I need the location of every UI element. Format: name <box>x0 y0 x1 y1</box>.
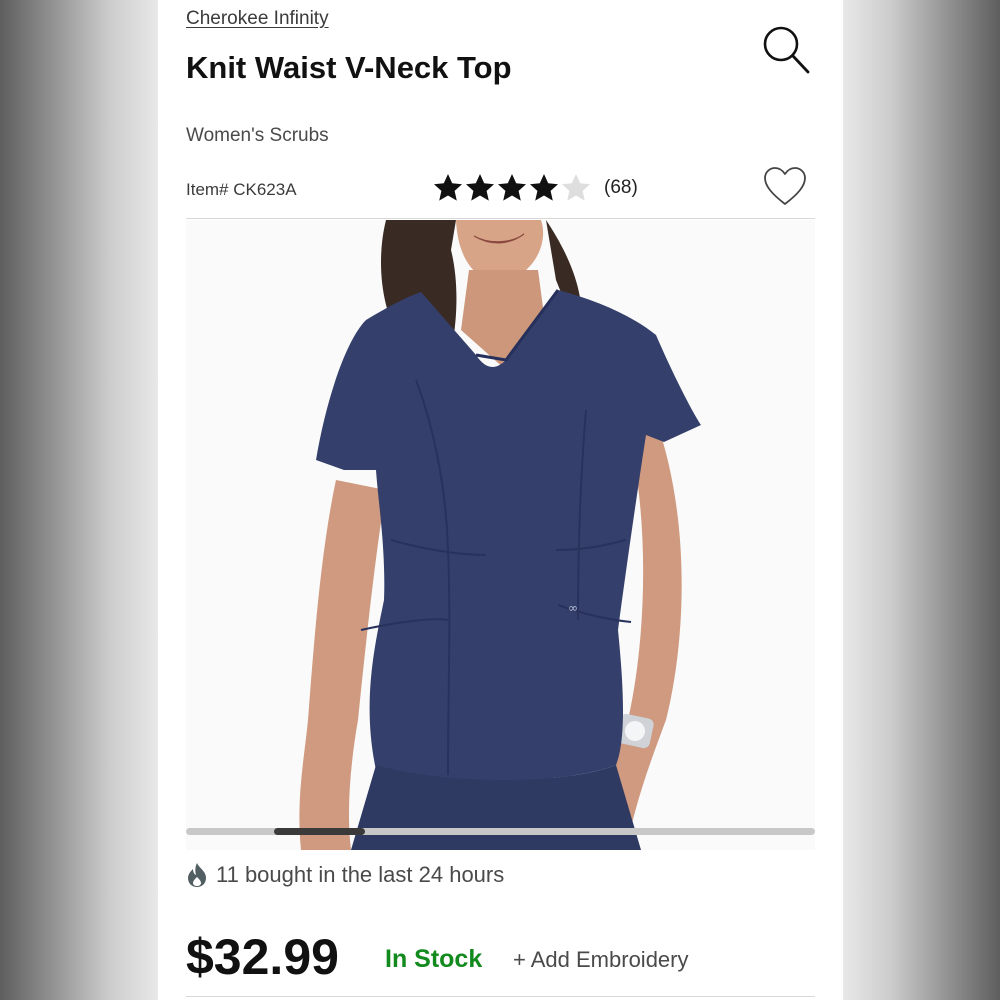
search-button[interactable] <box>758 22 814 78</box>
brand-link[interactable]: Cherokee Infinity <box>186 8 329 30</box>
stock-status: In Stock <box>385 945 483 973</box>
fire-icon <box>188 863 206 887</box>
favorite-button[interactable] <box>762 164 808 210</box>
product-price: $32.99 <box>186 929 339 985</box>
add-embroidery-link[interactable]: + Add Embroidery <box>513 947 688 973</box>
carousel-thumb[interactable] <box>274 828 366 835</box>
product-image[interactable]: ∞ <box>186 220 815 850</box>
rating-summary[interactable]: (68) <box>432 172 638 204</box>
heart-icon <box>764 167 806 205</box>
product-page: Cherokee Infinity Knit Waist V-Neck Top … <box>158 0 843 1000</box>
background-blur-left <box>0 0 158 1000</box>
price-divider <box>186 996 815 997</box>
product-title: Knit Waist V-Neck Top <box>186 50 512 85</box>
product-category: Women's Scrubs <box>186 125 329 146</box>
star-filled-icon <box>498 174 526 201</box>
star-filled-icon <box>466 174 494 201</box>
image-carousel-indicator[interactable] <box>186 828 815 835</box>
star-filled-icon <box>434 174 462 201</box>
purchase-activity-text: 11 bought in the last 24 hours <box>216 862 505 887</box>
svg-text:∞: ∞ <box>568 601 578 615</box>
search-icon <box>763 26 810 74</box>
purchase-activity: 11 bought in the last 24 hours <box>186 862 504 888</box>
model-photo: ∞ <box>299 220 701 850</box>
background-blur-right <box>843 0 1000 1000</box>
item-number: Item# CK623A <box>186 180 297 199</box>
header-divider <box>186 218 815 219</box>
star-empty-icon <box>562 174 590 201</box>
star-filled-icon <box>530 174 558 201</box>
review-count: (68) <box>604 177 638 198</box>
rating-stars <box>432 172 592 204</box>
